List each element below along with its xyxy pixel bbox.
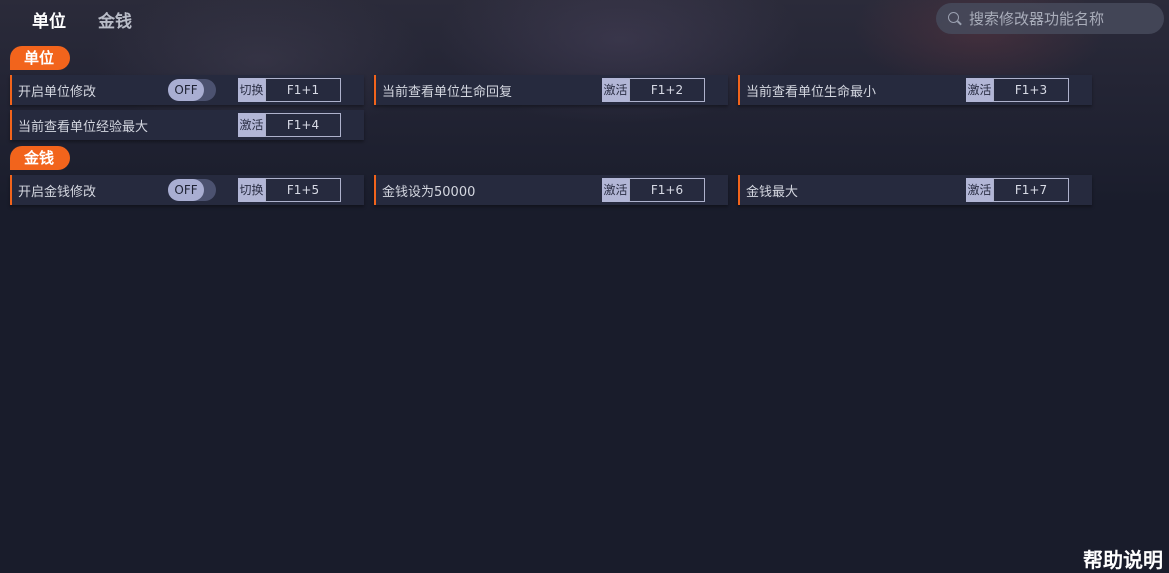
hotkey-field[interactable]: F1+4 <box>265 113 341 137</box>
action-tag: 切换 <box>238 78 265 102</box>
cheat-label: 开启单位修改 <box>18 84 97 100</box>
hotkey-field[interactable]: F1+6 <box>629 178 705 202</box>
activate-button[interactable]: 激活 <box>602 78 629 102</box>
cheat-label: 金钱最大 <box>746 184 799 200</box>
cheat-label: 金钱设为50000 <box>382 184 476 200</box>
cheat-label: 开启金钱修改 <box>18 184 97 200</box>
section-header-units: 单位 <box>10 46 71 70</box>
cheat-card: 当前查看单位生命回复 激活 F1+2 <box>374 75 728 105</box>
activate-button[interactable]: 激活 <box>966 78 993 102</box>
search-icon <box>948 11 962 26</box>
cheat-label: 当前查看单位经验最大 <box>18 119 149 135</box>
cheat-card: 当前查看单位生命最小 激活 F1+3 <box>738 75 1092 105</box>
toggle-switch[interactable]: OFF <box>168 179 216 201</box>
toggle-state: OFF <box>168 179 204 201</box>
cheat-label: 当前查看单位生命回复 <box>382 84 513 100</box>
toggle-switch[interactable]: OFF <box>168 79 216 101</box>
hotkey-field[interactable]: F1+1 <box>265 78 341 102</box>
toggle-state: OFF <box>168 79 204 101</box>
search-box[interactable] <box>936 3 1164 34</box>
search-input[interactable] <box>969 9 1159 28</box>
activate-button[interactable]: 激活 <box>966 178 993 202</box>
section-badge: 单位 <box>10 46 71 70</box>
cheat-card: 金钱最大 激活 F1+7 <box>738 175 1092 205</box>
tab-money[interactable]: 金钱 <box>98 7 132 32</box>
cheat-card: 开启金钱修改 OFF 切换 F1+5 <box>10 175 364 205</box>
activate-button[interactable]: 激活 <box>238 113 265 137</box>
cheat-card: 开启单位修改 OFF 切换 F1+1 <box>10 75 364 105</box>
section-badge: 金钱 <box>10 146 71 170</box>
hotkey-field[interactable]: F1+3 <box>993 78 1069 102</box>
action-tag: 切换 <box>238 178 265 202</box>
section-header-money: 金钱 <box>10 146 71 170</box>
hotkey-field[interactable]: F1+2 <box>629 78 705 102</box>
cheat-card: 金钱设为50000 激活 F1+6 <box>374 175 728 205</box>
cheat-card: 当前查看单位经验最大 激活 F1+4 <box>10 110 364 140</box>
hotkey-field[interactable]: F1+5 <box>265 178 341 202</box>
top-tab-bar: 单位 金钱 <box>0 0 132 38</box>
cheat-label: 当前查看单位生命最小 <box>746 84 877 100</box>
help-button[interactable]: 帮助说明 <box>1083 544 1163 573</box>
activate-button[interactable]: 激活 <box>602 178 629 202</box>
hotkey-field[interactable]: F1+7 <box>993 178 1069 202</box>
tab-units[interactable]: 单位 <box>32 7 66 32</box>
trainer-window: 单位 金钱 单位 开启单位修改 OFF 切换 F1+1 当前查看单位生命回复 激… <box>0 0 1169 573</box>
